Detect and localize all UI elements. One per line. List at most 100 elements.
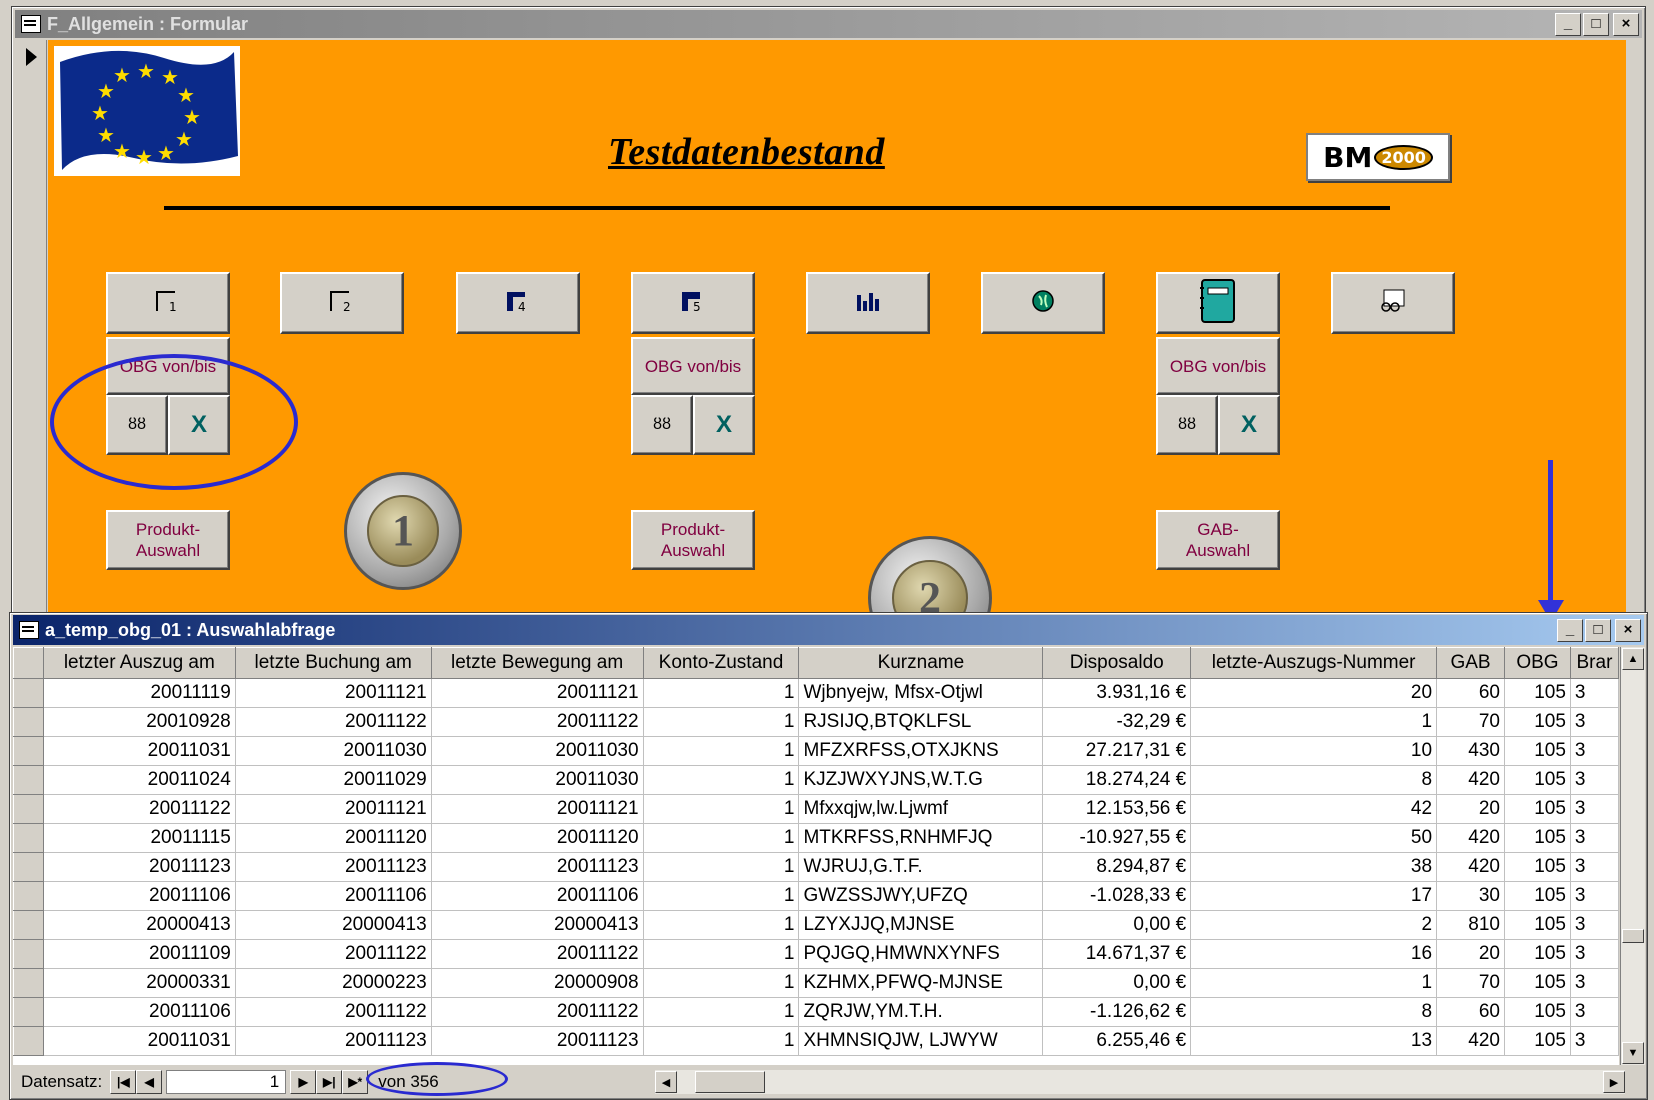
table-cell[interactable]: 18.274,24 € bbox=[1042, 765, 1192, 795]
table-row[interactable]: 20000331 20000223 20000908 1 KZHMX,PFWQ-MJNS… bbox=[13, 968, 1619, 998]
excel-export-button-1[interactable]: X bbox=[168, 395, 230, 455]
table-cell[interactable]: 1 bbox=[643, 881, 800, 911]
table-row[interactable]: 20011123 20011123 20011123 1 WJRUJ,G.T.F. 8.2… bbox=[13, 852, 1619, 882]
table-cell[interactable]: MTKRFSS,RNHMFJQ bbox=[798, 823, 1044, 853]
next-record-button[interactable]: ▶ bbox=[290, 1070, 317, 1094]
table-cell[interactable]: 60 bbox=[1436, 678, 1505, 708]
table-cell[interactable]: 105 bbox=[1504, 1026, 1571, 1056]
table-row[interactable]: 20011122 20011121 20011121 1 Mfxxqjw,lw.Ljwm… bbox=[13, 794, 1619, 824]
table-cell[interactable]: 20011030 bbox=[431, 765, 644, 795]
table-cell[interactable]: 13 bbox=[1190, 1026, 1438, 1056]
table-cell[interactable]: KZHMX,PFWQ-MJNSE bbox=[798, 968, 1044, 998]
table-cell[interactable]: 20000413 bbox=[235, 910, 432, 940]
table-row[interactable]: 20010928 20011122 20011122 1 RJSIJQ,BTQKLFSL… bbox=[13, 707, 1619, 737]
table-cell[interactable]: 1 bbox=[643, 968, 800, 998]
table-row[interactable]: 20011119 20011121 20011121 1 Wjbnyejw, Mfsx-… bbox=[13, 678, 1619, 708]
table-cell[interactable]: 0,00 € bbox=[1042, 968, 1192, 998]
table-cell[interactable]: 3 bbox=[1570, 678, 1619, 708]
row-selector[interactable] bbox=[13, 881, 44, 911]
table-cell[interactable]: 430 bbox=[1436, 736, 1505, 766]
table-cell[interactable]: 3 bbox=[1570, 881, 1619, 911]
table-cell[interactable]: 1 bbox=[1190, 707, 1438, 737]
column-header[interactable]: GAB bbox=[1436, 647, 1505, 679]
table-cell[interactable]: 1 bbox=[643, 939, 800, 969]
table-cell[interactable]: Wjbnyejw, Mfsx-Otjwl bbox=[798, 678, 1044, 708]
column-header[interactable]: Kurzname bbox=[798, 647, 1044, 679]
table-cell[interactable]: 0,00 € bbox=[1042, 910, 1192, 940]
table-cell[interactable]: 70 bbox=[1436, 707, 1505, 737]
table-cell[interactable]: 8 bbox=[1190, 997, 1438, 1027]
table-cell[interactable]: 1 bbox=[643, 765, 800, 795]
table-cell[interactable]: 20011123 bbox=[43, 852, 236, 882]
table-cell[interactable]: 1 bbox=[643, 707, 800, 737]
first-record-button[interactable]: |◀ bbox=[110, 1070, 137, 1094]
table-cell[interactable]: 810 bbox=[1436, 910, 1505, 940]
notebook-button[interactable] bbox=[1156, 272, 1280, 334]
query-minimize-button[interactable]: _ bbox=[1557, 618, 1583, 642]
table-cell[interactable]: 3 bbox=[1570, 997, 1619, 1027]
table-cell[interactable]: WJRUJ,G.T.F. bbox=[798, 852, 1044, 882]
table-cell[interactable]: 12.153,56 € bbox=[1042, 794, 1192, 824]
table-cell[interactable]: 20 bbox=[1436, 939, 1505, 969]
view-button-3[interactable]: ȣȣ bbox=[1156, 395, 1218, 455]
table-cell[interactable]: 105 bbox=[1504, 765, 1571, 795]
table-cell[interactable]: 50 bbox=[1190, 823, 1438, 853]
column-header[interactable]: letzte-Auszugs-Nummer bbox=[1190, 647, 1438, 679]
table-cell[interactable]: 420 bbox=[1436, 765, 1505, 795]
report-2-button[interactable]: 2 bbox=[280, 272, 404, 334]
table-cell[interactable]: 20011119 bbox=[43, 678, 236, 708]
table-cell[interactable]: 10 bbox=[1190, 736, 1438, 766]
table-cell[interactable]: 20011106 bbox=[235, 881, 432, 911]
table-cell[interactable]: 20011031 bbox=[43, 1026, 236, 1056]
table-cell[interactable]: 420 bbox=[1436, 823, 1505, 853]
table-cell[interactable]: 17 bbox=[1190, 881, 1438, 911]
new-record-button[interactable]: ▶* bbox=[342, 1070, 369, 1094]
row-selector[interactable] bbox=[13, 968, 44, 998]
table-cell[interactable]: 16 bbox=[1190, 939, 1438, 969]
close-button[interactable]: × bbox=[1613, 12, 1639, 36]
table-cell[interactable]: 3 bbox=[1570, 765, 1619, 795]
table-cell[interactable]: 20010928 bbox=[43, 707, 236, 737]
table-cell[interactable]: 3 bbox=[1570, 707, 1619, 737]
table-cell[interactable]: 20011106 bbox=[431, 881, 644, 911]
table-cell[interactable]: MFZXRFSS,OTXJKNS bbox=[798, 736, 1044, 766]
table-row[interactable]: 20011031 20011123 20011123 1 XHMNSIQJW, LJWY… bbox=[13, 1026, 1619, 1056]
table-cell[interactable]: 1 bbox=[643, 736, 800, 766]
column-header[interactable]: OBG bbox=[1503, 647, 1571, 679]
table-cell[interactable]: 20011121 bbox=[235, 678, 432, 708]
globe-button[interactable] bbox=[981, 272, 1105, 334]
table-cell[interactable]: 8.294,87 € bbox=[1042, 852, 1192, 882]
table-cell[interactable]: 20011123 bbox=[431, 1026, 644, 1056]
table-cell[interactable]: 105 bbox=[1504, 678, 1571, 708]
table-cell[interactable]: 20011030 bbox=[235, 736, 432, 766]
table-cell[interactable]: 1 bbox=[643, 852, 800, 882]
minimize-button[interactable]: _ bbox=[1555, 12, 1581, 36]
table-cell[interactable]: 20011123 bbox=[235, 1026, 432, 1056]
obg-von-bis-button-3[interactable]: OBG von/bis bbox=[1156, 337, 1280, 395]
obg-von-bis-button-2[interactable]: OBG von/bis bbox=[631, 337, 755, 395]
table-cell[interactable]: XHMNSIQJW, LJWYW bbox=[798, 1026, 1044, 1056]
table-cell[interactable]: 105 bbox=[1504, 852, 1571, 882]
table-cell[interactable]: 6.255,46 € bbox=[1042, 1026, 1192, 1056]
view-button-2[interactable]: ȣȣ bbox=[631, 395, 693, 455]
vertical-scrollbar[interactable]: ▲ ▼ bbox=[1620, 647, 1645, 1065]
table-cell[interactable]: 3.931,16 € bbox=[1042, 678, 1192, 708]
table-cell[interactable]: 420 bbox=[1436, 1026, 1505, 1056]
table-cell[interactable]: 20011122 bbox=[431, 939, 644, 969]
table-cell[interactable]: 20011122 bbox=[235, 707, 432, 737]
chart-button[interactable] bbox=[806, 272, 930, 334]
table-cell[interactable]: 20011121 bbox=[431, 794, 644, 824]
table-cell[interactable]: 105 bbox=[1504, 910, 1571, 940]
table-cell[interactable]: 60 bbox=[1436, 997, 1505, 1027]
row-selector[interactable] bbox=[13, 765, 44, 795]
table-cell[interactable]: -1.126,62 € bbox=[1042, 997, 1192, 1027]
report-1-button[interactable]: 1 bbox=[106, 272, 230, 334]
table-cell[interactable]: 3 bbox=[1570, 1026, 1619, 1056]
table-cell[interactable]: 1 bbox=[643, 823, 800, 853]
table-cell[interactable]: 20 bbox=[1436, 794, 1505, 824]
row-selector[interactable] bbox=[13, 939, 44, 969]
select-all-corner[interactable] bbox=[13, 647, 44, 679]
table-cell[interactable]: 20011109 bbox=[43, 939, 236, 969]
table-cell[interactable]: 20011122 bbox=[43, 794, 236, 824]
row-selector[interactable] bbox=[13, 678, 44, 708]
